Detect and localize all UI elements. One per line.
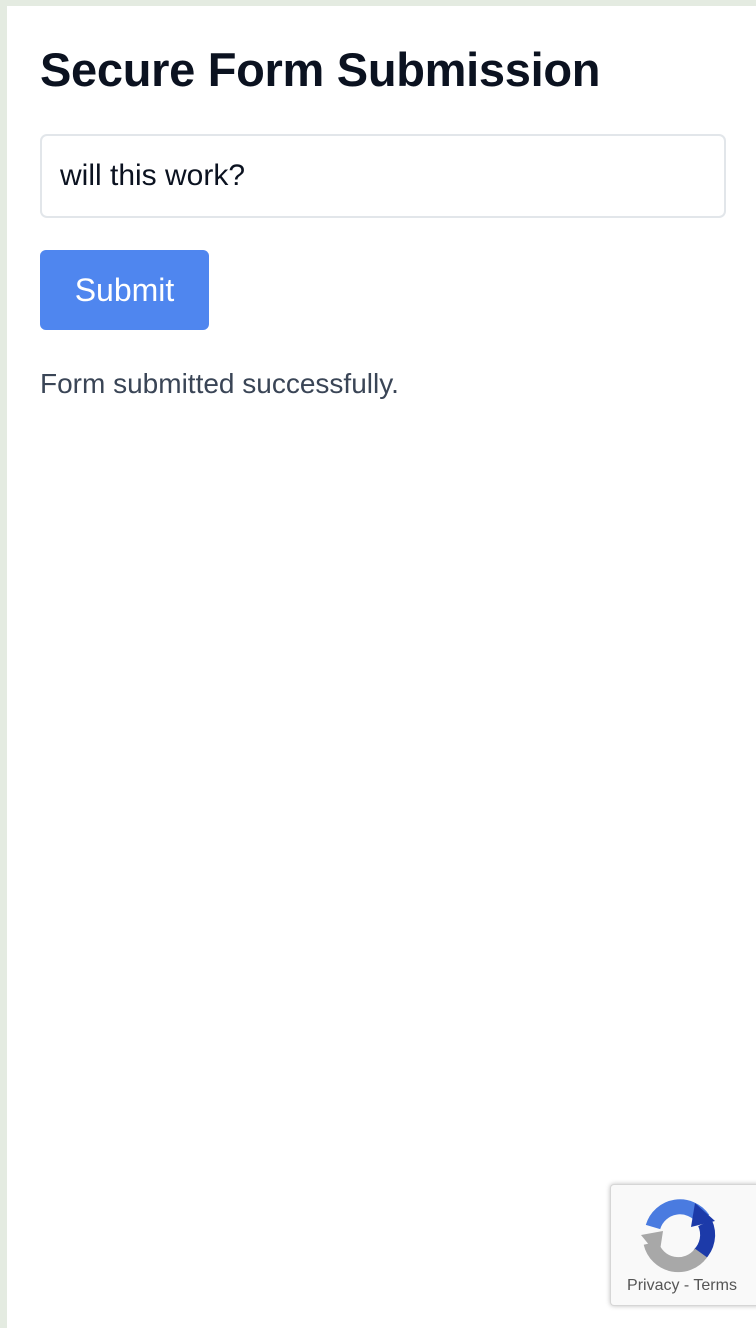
terms-link[interactable]: Terms — [693, 1277, 737, 1294]
secure-form: Secure Form Submission Submit Form submi… — [40, 42, 726, 399]
page-title: Secure Form Submission — [40, 43, 601, 96]
link-separator: - — [683, 1277, 690, 1294]
status-message: Form submitted successfully. — [40, 368, 399, 399]
recaptcha-badge[interactable]: Privacy - Terms — [610, 1184, 756, 1306]
privacy-link[interactable]: Privacy — [627, 1277, 679, 1294]
submit-button[interactable]: Submit — [40, 250, 209, 330]
message-input[interactable] — [40, 134, 726, 218]
recaptcha-links: Privacy - Terms — [611, 1277, 753, 1295]
recaptcha-logo-icon — [641, 1199, 716, 1273]
page-container: Secure Form Submission Submit Form submi… — [7, 6, 756, 1328]
